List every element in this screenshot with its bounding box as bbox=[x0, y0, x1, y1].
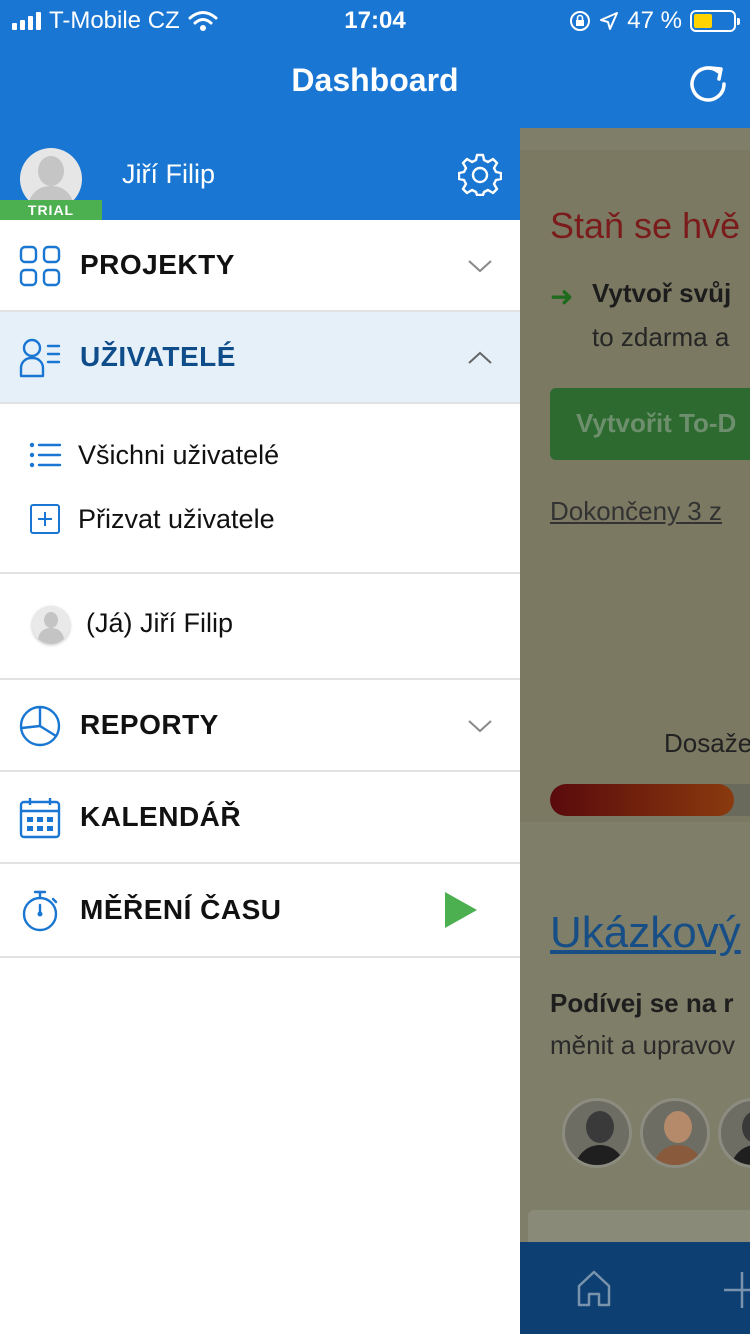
challenge-step: Vytvoř svůj bbox=[592, 278, 732, 308]
page-title: Dashboard bbox=[291, 62, 459, 98]
refresh-icon[interactable] bbox=[684, 60, 732, 108]
profile-name: Jiří Filip bbox=[122, 159, 215, 189]
gear-icon[interactable] bbox=[458, 152, 502, 196]
top-bar: T-Mobile CZ 17:04 47 % Dashboard bbox=[0, 0, 750, 128]
grid-icon bbox=[19, 245, 61, 287]
location-icon bbox=[600, 12, 619, 30]
chevron-down-icon bbox=[468, 720, 492, 733]
progress-label: Dosaže bbox=[664, 728, 750, 758]
challenge-step-sub: to zdarma a bbox=[592, 322, 730, 352]
nav-projects-label: PROJEKTY bbox=[80, 249, 235, 280]
nav-reports[interactable]: REPORTY bbox=[0, 680, 520, 772]
challenge-card: Staň se hvě ➜ Vytvoř svůj to zdarma a Vy… bbox=[520, 150, 750, 822]
navigation-drawer: TRIAL Jiří Filip PROJEKTY UŽIVATELÉ Všic… bbox=[0, 128, 520, 1334]
arrow-right-icon: ➜ bbox=[550, 281, 574, 312]
avatar bbox=[718, 1098, 750, 1168]
user-me-label: (Já) Jiří Filip bbox=[86, 608, 233, 638]
plus-icon bbox=[724, 1272, 750, 1308]
users-submenu: Všichni uživatelé Přizvat uživatele bbox=[0, 404, 520, 574]
status-bar: T-Mobile CZ 17:04 47 % bbox=[0, 0, 750, 40]
plus-square-icon bbox=[30, 504, 60, 534]
challenge-title: Staň se hvě bbox=[550, 205, 741, 246]
chevron-down-icon bbox=[468, 260, 492, 273]
nav-time-tracking-label: MĚŘENÍ ČASU bbox=[80, 894, 282, 925]
sample-project-sub: měnit a upravov bbox=[550, 1030, 735, 1060]
trial-badge: TRIAL bbox=[0, 200, 102, 220]
create-todo-button: Vytvořit To-D bbox=[550, 388, 750, 460]
chevron-up-icon bbox=[468, 351, 492, 364]
sample-project-bold: Podívej se na r bbox=[550, 988, 734, 1018]
play-icon[interactable] bbox=[444, 891, 478, 929]
battery-icon bbox=[690, 10, 740, 32]
users-icon bbox=[19, 338, 61, 378]
sub-item-invite-user[interactable]: Přizvat uživatele bbox=[28, 502, 275, 536]
avatar bbox=[562, 1098, 632, 1168]
nav-projects[interactable]: PROJEKTY bbox=[0, 220, 520, 312]
pie-chart-icon bbox=[19, 705, 61, 747]
orientation-lock-icon bbox=[570, 11, 591, 31]
battery-percent: 47 % bbox=[627, 7, 682, 34]
profile-header[interactable]: TRIAL Jiří Filip bbox=[0, 128, 520, 220]
list-icon bbox=[29, 442, 62, 468]
nav-calendar[interactable]: KALENDÁŘ bbox=[0, 772, 520, 864]
calendar-icon bbox=[19, 798, 61, 839]
avatar bbox=[640, 1098, 710, 1168]
nav-time-tracking[interactable]: MĚŘENÍ ČASU bbox=[0, 864, 520, 958]
nav-users[interactable]: UŽIVATELÉ bbox=[0, 312, 520, 404]
home-icon bbox=[577, 1270, 611, 1307]
nav-calendar-label: KALENDÁŘ bbox=[80, 801, 242, 832]
sub-item-all-users[interactable]: Všichni uživatelé bbox=[28, 438, 279, 472]
dashboard-background: Staň se hvě ➜ Vytvoř svůj to zdarma a Vy… bbox=[520, 128, 750, 1334]
sub-item-invite-user-label: Přizvat uživatele bbox=[78, 503, 275, 534]
nav-reports-label: REPORTY bbox=[80, 709, 219, 740]
sample-project-title: Ukázkový bbox=[550, 908, 741, 957]
completed-link: Dokončeny 3 z bbox=[550, 496, 722, 526]
sub-item-all-users-label: Všichni uživatelé bbox=[78, 439, 280, 470]
stopwatch-icon bbox=[22, 890, 58, 932]
bottom-tab-bar bbox=[520, 1242, 750, 1334]
nav-users-label: UŽIVATELÉ bbox=[80, 341, 236, 372]
avatar bbox=[32, 606, 70, 644]
sample-project-card: Ukázkový Podívej se na r měnit a upravov bbox=[520, 854, 750, 1180]
progress-bar bbox=[550, 784, 750, 816]
user-me[interactable]: (Já) Jiří Filip bbox=[0, 574, 520, 680]
